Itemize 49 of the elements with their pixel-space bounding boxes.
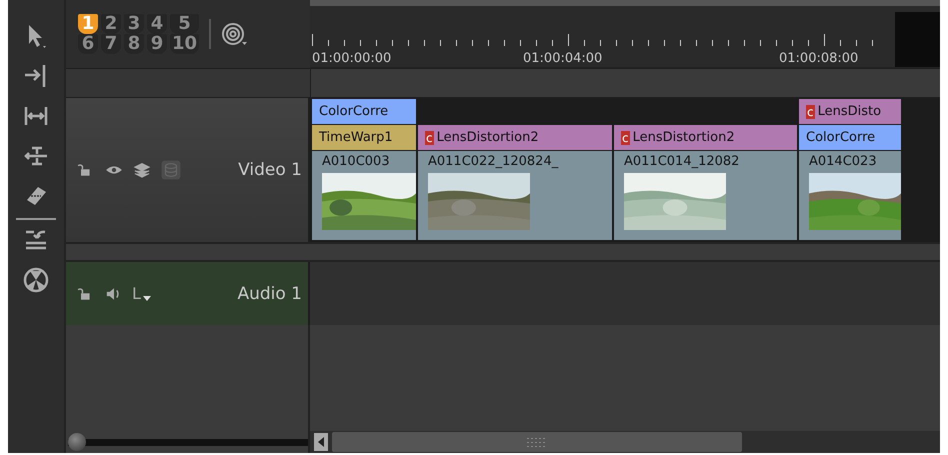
target-icon[interactable] bbox=[221, 20, 250, 48]
clip[interactable]: A011C014_12082 bbox=[614, 151, 797, 242]
timecode-label: 01:00:00:00 bbox=[312, 51, 392, 66]
track-name: Audio 1 bbox=[237, 284, 302, 304]
view-slot[interactable]: 7 bbox=[101, 34, 121, 54]
grip-icon bbox=[527, 437, 547, 447]
effect-bar[interactable]: c LensDistortion2 bbox=[418, 125, 612, 151]
effect-bar[interactable]: c LensDisto bbox=[799, 99, 901, 125]
effect-badge: c bbox=[806, 104, 815, 118]
effect-name: LensDistortion2 bbox=[436, 130, 539, 145]
effect-bar[interactable]: ColorCorre bbox=[799, 125, 901, 151]
clip-name: A010C003 bbox=[322, 154, 390, 169]
clip[interactable]: A014C023 bbox=[799, 151, 901, 242]
layers-icon[interactable] bbox=[132, 160, 152, 180]
clip-name: A011C022_120824_ bbox=[428, 154, 558, 169]
scroll-left-button[interactable] bbox=[314, 433, 328, 451]
track-name: Video 1 bbox=[238, 160, 302, 180]
timeline-end-area bbox=[895, 12, 940, 67]
channel-dropdown[interactable]: L bbox=[132, 284, 151, 303]
clip-name: A011C014_12082 bbox=[624, 154, 740, 169]
effect-bar[interactable]: TimeWarp1 bbox=[312, 125, 416, 151]
effect-name: LensDistortion2 bbox=[632, 130, 735, 145]
clip[interactable]: A011C022_120824_ bbox=[418, 151, 612, 242]
effect-name: ColorCorre bbox=[806, 130, 876, 145]
view-slot[interactable]: 9 bbox=[147, 34, 167, 54]
view-slot[interactable]: 3 bbox=[124, 14, 144, 34]
clip-name: A014C023 bbox=[809, 154, 877, 169]
effect-bar[interactable]: ColorCorre bbox=[312, 99, 416, 125]
view-slot[interactable]: 8 bbox=[124, 34, 144, 54]
globe-icon[interactable] bbox=[22, 266, 50, 294]
view-slot[interactable]: 10 bbox=[170, 34, 200, 54]
effect-name: TimeWarp1 bbox=[319, 130, 393, 145]
effect-name: ColorCorre bbox=[319, 104, 388, 119]
effect-bar[interactable]: c LensDistortion2 bbox=[614, 125, 797, 151]
slider-thumb[interactable] bbox=[68, 433, 86, 451]
view-slot[interactable]: 2 bbox=[101, 14, 121, 34]
view-slot[interactable]: 5 bbox=[170, 14, 200, 34]
effect-badge: c bbox=[425, 130, 434, 144]
view-slot[interactable]: 6 bbox=[78, 34, 98, 54]
scrollbar-thumb[interactable] bbox=[332, 432, 742, 452]
view-slot[interactable]: 4 bbox=[147, 14, 167, 34]
left-arrow-icon bbox=[317, 437, 325, 447]
timecode-label: 01:00:08:00 bbox=[779, 51, 858, 66]
zoom-slider[interactable] bbox=[68, 433, 308, 451]
effect-name: LensDisto bbox=[818, 104, 882, 119]
effect-badge: c bbox=[621, 130, 630, 144]
timecode-label: 01:00:04:00 bbox=[523, 51, 602, 66]
caret-icon bbox=[142, 296, 151, 302]
clip[interactable]: A010C003 bbox=[312, 151, 416, 242]
